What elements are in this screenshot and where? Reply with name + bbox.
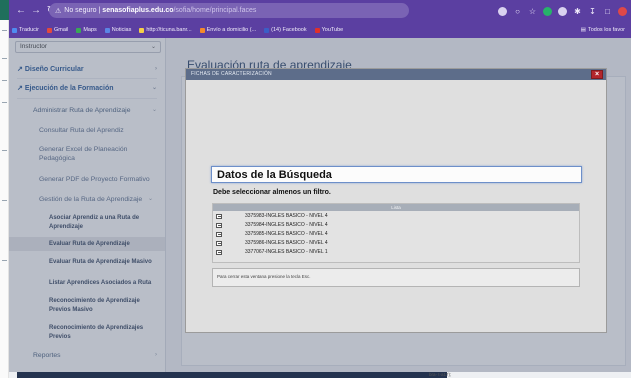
bookmark-label: Noticias	[111, 27, 132, 33]
adjacent-window-mark	[2, 150, 7, 151]
bookmark-item[interactable]: Noticias	[104, 27, 132, 33]
bookmark-item[interactable]: YouTube	[314, 27, 344, 33]
adjacent-window-mark	[2, 200, 7, 201]
adjacent-window-mark	[2, 102, 7, 103]
folder-icon: ▤	[580, 27, 586, 33]
bookmark-item[interactable]: http://ticuna.banr...	[139, 27, 192, 33]
bookmark-label: (14) Facebook	[271, 27, 307, 33]
document-icon[interactable]	[216, 232, 222, 237]
extension-icon[interactable]	[498, 6, 507, 16]
dialog-title: FICHAS DE CARACTERIZACIÓN	[186, 69, 606, 80]
document-icon[interactable]	[216, 250, 222, 255]
bookmark-label: Envío a domicilio (...	[206, 27, 257, 33]
document-icon[interactable]	[216, 241, 222, 246]
list-item[interactable]: 3377067-INGLES BASICO - NIVEL 1	[213, 249, 579, 256]
list-item-label: 3375983-INGLES BASICO - NIVEL 4	[245, 213, 328, 219]
bookmark-label: Gmail	[53, 27, 69, 33]
characterization-dialog: FICHAS DE CARACTERIZACIÓN × Datos de la …	[185, 68, 607, 333]
results-list: Lista 3375983-INGLES BASICO - NIVEL 4 33…	[212, 203, 580, 263]
puzzle-icon[interactable]: ✱	[573, 7, 582, 16]
status-bar: bra- t-a17);	[9, 372, 631, 378]
security-label: No seguro	[64, 7, 97, 14]
extensions-area: ○ ☆ ✱ ↧ □	[498, 4, 627, 18]
adjacent-window-mark	[2, 260, 7, 261]
back-icon[interactable]: ←	[15, 5, 27, 17]
zoom-icon[interactable]: ○	[513, 7, 522, 16]
filter-message: Debe seleccionar almenos un filtro.	[213, 189, 331, 196]
list-item[interactable]: 3375984-INGLES BASICO - NIVEL 4	[213, 222, 579, 229]
bookmark-favicon-icon	[104, 27, 110, 33]
bookmark-item[interactable]: Traducir	[12, 27, 39, 33]
bookmark-favicon-icon	[264, 27, 270, 33]
bookmark-favicon-icon	[199, 27, 205, 33]
bookmark-favicon-icon	[12, 27, 17, 33]
search-panel: Datos de la Búsqueda	[211, 166, 582, 183]
browser-chrome: ← → ↻ ⚠ No seguro | senasofiaplus.edu.co…	[9, 0, 631, 38]
bookmarks-bar: Traducir Gmail Maps Noticias http://ticuna.b…	[9, 24, 631, 36]
star-icon[interactable]: ☆	[528, 7, 537, 16]
adjacent-window-strip	[0, 0, 9, 378]
screen: ← → ↻ ⚠ No seguro | senasofiaplus.edu.co…	[0, 0, 631, 378]
status-text: bra- t-a17);	[429, 372, 452, 377]
other-bookmarks-label: Todos los favor	[588, 27, 625, 33]
bookmark-item[interactable]: Envío a domicilio (...	[199, 27, 257, 33]
browser-toolbar: ← → ↻ ⚠ No seguro | senasofiaplus.edu.co…	[9, 0, 631, 22]
profile-avatar[interactable]	[618, 6, 627, 16]
list-item-label: 3375985-INGLES BASICO - NIVEL 4	[245, 231, 328, 237]
list-item[interactable]: 3375983-INGLES BASICO - NIVEL 4	[213, 213, 579, 220]
address-bar[interactable]: ⚠ No seguro | senasofiaplus.edu.co /sofi…	[49, 3, 409, 18]
list-item-label: 3375986-INGLES BASICO - NIVEL 4	[245, 240, 328, 246]
address-host: senasofiaplus.edu.co	[102, 7, 174, 14]
address-path: /sofia/home/principal.faces	[173, 7, 257, 14]
list-item[interactable]: 3375985-INGLES BASICO - NIVEL 4	[213, 231, 579, 238]
download-icon[interactable]: ↧	[588, 7, 597, 16]
bookmark-favicon-icon	[76, 27, 82, 33]
other-bookmarks[interactable]: ▤ Todos los favor	[581, 24, 625, 36]
extension-icon[interactable]	[543, 6, 552, 16]
warning-icon: ⚠	[55, 7, 62, 15]
list-item[interactable]: 3375986-INGLES BASICO - NIVEL 4	[213, 240, 579, 247]
status-url	[17, 372, 447, 378]
adjacent-window-mark	[2, 30, 7, 31]
list-item-label: 3375984-INGLES BASICO - NIVEL 4	[245, 222, 328, 228]
list-header: Lista	[213, 204, 579, 211]
bookmark-favicon-icon	[46, 27, 52, 33]
list-item-label: 3377067-INGLES BASICO - NIVEL 1	[245, 249, 328, 255]
bookmark-item[interactable]: (14) Facebook	[264, 27, 307, 33]
bookmark-label: Maps	[83, 27, 97, 33]
extension-icon[interactable]	[558, 6, 567, 16]
document-icon[interactable]	[216, 223, 222, 228]
bookmark-favicon-icon	[314, 27, 320, 33]
bookmark-label: http://ticuna.banr...	[146, 27, 192, 33]
search-heading: Datos de la Búsqueda	[217, 169, 332, 181]
close-hint: Para cerrar esta ventana presione la tec…	[217, 274, 311, 279]
bookmark-label: Traducir	[19, 27, 39, 33]
bookmark-favicon-icon	[139, 27, 145, 33]
web-page: Instructor ⌄ ↗ Diseño Curricular › ↗ Eje…	[9, 38, 631, 372]
close-hint-box: Para cerrar esta ventana presione la tec…	[212, 268, 580, 287]
adjacent-window-mark	[2, 80, 7, 81]
sidepanel-icon[interactable]: □	[603, 7, 612, 16]
bookmark-item[interactable]: Gmail	[46, 27, 69, 33]
close-button[interactable]: ×	[591, 70, 603, 79]
adjacent-window-mark	[2, 58, 7, 59]
bookmark-label: YouTube	[321, 27, 344, 33]
document-icon[interactable]	[216, 214, 222, 219]
bookmark-item[interactable]: Maps	[76, 27, 97, 33]
adjacent-window-header	[0, 0, 9, 20]
forward-icon[interactable]: →	[30, 5, 42, 17]
